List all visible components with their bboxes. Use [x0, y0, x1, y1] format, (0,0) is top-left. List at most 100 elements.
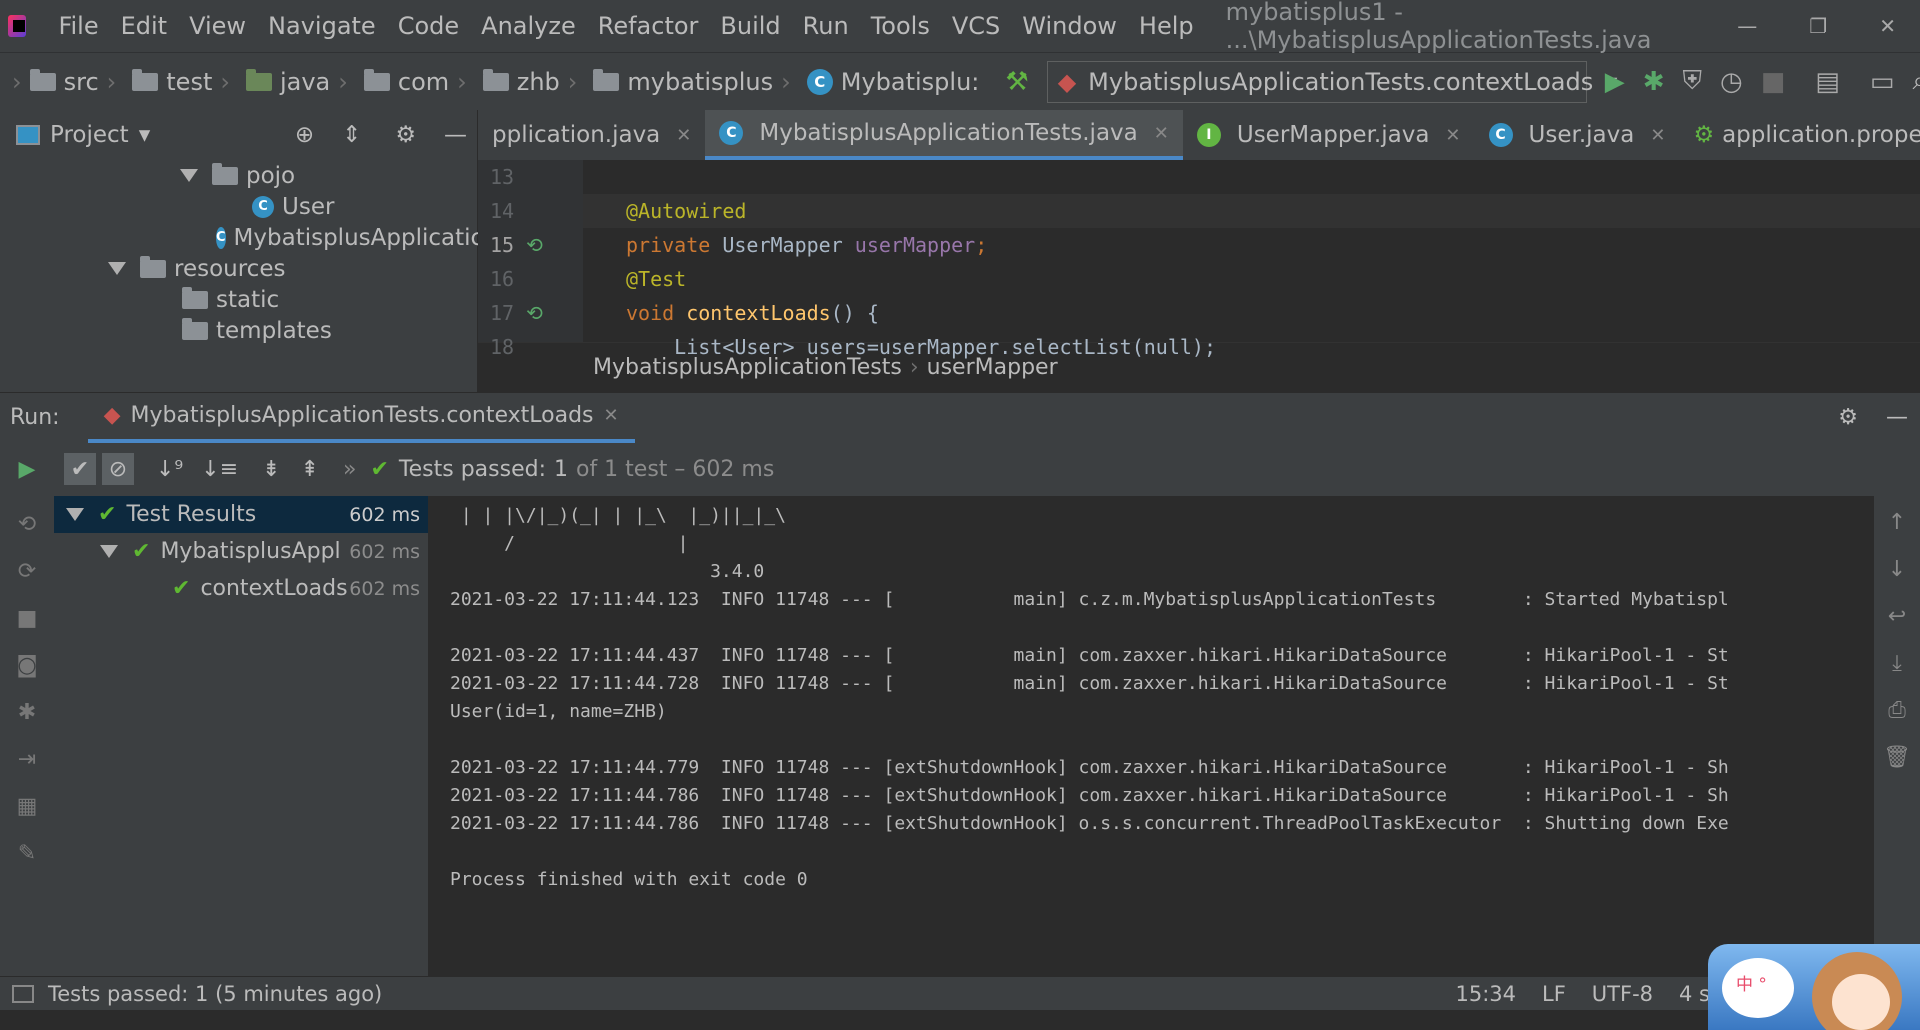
menu-edit[interactable]: Edit — [121, 12, 167, 40]
camera-icon[interactable]: ◙ — [16, 653, 37, 678]
menu-tools[interactable]: Tools — [871, 12, 930, 40]
show-ignored-icon[interactable]: ⊘ — [102, 453, 134, 485]
debug-icon[interactable]: ✱ — [1643, 66, 1665, 98]
autowired-gutter-icon[interactable]: ⟲ — [526, 233, 543, 257]
expand-triangle-icon[interactable] — [66, 508, 84, 521]
coverage-icon[interactable]: ⛨ — [1683, 66, 1703, 98]
run-icon[interactable]: ▶ — [1605, 66, 1625, 98]
build-hammer-icon[interactable]: ⚒ — [1005, 66, 1028, 98]
tab-user[interactable]: C User.java ✕ — [1475, 110, 1680, 160]
menu-refactor[interactable]: Refactor — [598, 12, 699, 40]
breadcrumb-zhb[interactable]: zhb › — [482, 68, 586, 96]
menu-analyze[interactable]: Analyze — [481, 12, 576, 40]
tab-application[interactable]: pplication.java ✕ — [478, 110, 705, 160]
rerun-failed-icon[interactable]: ⟲ — [18, 512, 36, 537]
close-tab-icon[interactable]: ✕ — [604, 405, 619, 426]
layout-icon[interactable]: ▦ — [17, 794, 38, 819]
breadcrumb-class[interactable]: C Mybatisplu: — [806, 68, 979, 96]
tool-windows-icon[interactable] — [12, 984, 34, 1003]
line-separator[interactable]: LF — [1542, 982, 1566, 1006]
breadcrumb-mybatisplus[interactable]: mybatisplus › — [593, 68, 798, 96]
gear-icon[interactable]: ⚙ — [1838, 405, 1858, 430]
search-icon[interactable]: ⌕ — [1912, 66, 1920, 98]
code-area[interactable]: 13 14 15 ⟲ 16 17 ⟲ 18 @Autowired private U… — [478, 160, 1920, 359]
expand-triangle-icon[interactable] — [180, 169, 198, 182]
menu-build[interactable]: Build — [720, 12, 780, 40]
close-tab-icon[interactable]: ✕ — [1154, 123, 1169, 144]
stop-icon[interactable]: ■ — [1761, 66, 1786, 98]
soft-wrap-icon[interactable]: ↩ — [1888, 604, 1906, 629]
more-icon[interactable]: » — [343, 457, 356, 482]
print-icon[interactable]: ⎙ — [1888, 698, 1906, 723]
stop-icon[interactable]: ■ — [17, 606, 38, 631]
menu-file[interactable]: File — [58, 12, 98, 40]
close-icon[interactable]: ✕ — [1879, 14, 1896, 38]
close-tab-icon[interactable]: ✕ — [676, 125, 691, 146]
line-number-current: 15 ⟲ — [478, 228, 583, 262]
close-tab-icon[interactable]: ✕ — [1650, 125, 1665, 146]
toggle-auto-test-icon[interactable]: ⟳ — [18, 559, 36, 584]
menu-navigate[interactable]: Navigate — [268, 12, 376, 40]
tree-item-resources[interactable]: resources — [0, 253, 477, 284]
rerun-icon[interactable]: ▶ — [0, 457, 54, 482]
profile-icon[interactable]: ◷ — [1720, 66, 1743, 98]
chevron-down-icon[interactable]: ▾ — [139, 122, 151, 148]
tree-item-mybatisplus-application[interactable]: C MybatisplusApplicatic — [0, 222, 483, 253]
run-configuration-select[interactable]: ◆ MybatisplusApplicationTests.contextLoa… — [1046, 60, 1617, 103]
ime-mascot-widget[interactable]: 中 ° — [1708, 944, 1920, 1030]
collapse-all-icon[interactable]: ⇞ — [301, 457, 319, 482]
breadcrumb-src[interactable]: src › — [29, 68, 125, 96]
test-results-root[interactable]: ✔ Test Results 602 ms — [54, 496, 428, 533]
collapse-all-icon[interactable]: ⇕ — [342, 122, 361, 148]
console-output[interactable]: | | |\/|_)(_| | |_\ |_)||_|_\ / | 3.4.0 … — [428, 496, 1874, 976]
gear-icon[interactable]: ⚙ — [395, 122, 416, 148]
arrow-down-icon[interactable]: ↓ — [1888, 557, 1906, 582]
breadcrumb-test[interactable]: test › — [132, 68, 238, 96]
sort-alpha-icon[interactable]: ↓⁹ — [156, 457, 183, 482]
file-encoding[interactable]: UTF-8 — [1592, 982, 1653, 1006]
menu-run[interactable]: Run — [803, 12, 849, 40]
hide-icon[interactable]: — — [444, 122, 467, 148]
breadcrumb-java[interactable]: java › — [245, 68, 356, 96]
scroll-to-end-icon[interactable]: ⤓ — [1892, 651, 1902, 676]
sort-duration-icon[interactable]: ↓≡ — [201, 457, 238, 482]
minimize-icon[interactable]: — — [1737, 14, 1757, 38]
run-tab[interactable]: ◆ MybatisplusApplicationTests.contextLoa… — [87, 393, 635, 443]
tree-item-user[interactable]: C User — [0, 191, 477, 222]
menu-vcs[interactable]: VCS — [952, 12, 1000, 40]
terminal-icon[interactable]: ▭ — [1870, 66, 1895, 98]
project-structure-icon[interactable]: ▤ — [1815, 66, 1840, 98]
test-class-node[interactable]: ✔ MybatisplusAppl 602 ms — [54, 533, 428, 570]
menu-help[interactable]: Help — [1139, 12, 1194, 40]
indent-setting[interactable]: 4 s — [1679, 982, 1710, 1006]
caret-position[interactable]: 15:34 — [1455, 982, 1516, 1006]
trash-icon[interactable]: 🗑 — [1883, 745, 1911, 770]
breadcrumb-com[interactable]: com › — [363, 68, 475, 96]
restore-icon[interactable]: ❐ — [1809, 14, 1827, 38]
expand-triangle-icon[interactable] — [108, 262, 126, 275]
status-message[interactable]: Tests passed: 1 (5 minutes ago) — [48, 982, 382, 1006]
expand-all-icon[interactable]: ⇟ — [262, 457, 280, 482]
menu-view[interactable]: View — [189, 12, 246, 40]
close-tab-icon[interactable]: ✕ — [1445, 125, 1460, 146]
show-passed-icon[interactable]: ✔ — [64, 453, 96, 485]
pin-icon[interactable]: ✎ — [18, 841, 36, 866]
arrow-up-icon[interactable]: ↑ — [1888, 510, 1906, 535]
locate-icon[interactable]: ⊕ — [295, 122, 314, 148]
tab-user-mapper[interactable]: I UserMapper.java ✕ — [1183, 110, 1475, 160]
tree-item-templates[interactable]: templates — [0, 315, 477, 346]
tab-application-properties[interactable]: ⚙application.properties✕ — [1679, 110, 1920, 160]
debug-icon[interactable]: ✱ — [18, 700, 36, 725]
tab-mybatisplus-application-tests[interactable]: C MybatisplusApplicationTests.java ✕ — [705, 110, 1183, 160]
tree-item-static[interactable]: static — [0, 284, 477, 315]
test-method-node[interactable]: ✔ contextLoads 602 ms — [54, 570, 428, 607]
hide-icon[interactable]: — — [1886, 405, 1908, 430]
tree-item-pojo[interactable]: pojo — [0, 160, 477, 191]
run-test-gutter-icon[interactable]: ⟲ — [526, 301, 543, 325]
import-tests-icon[interactable]: ⇥ — [18, 747, 36, 772]
expand-triangle-icon[interactable] — [100, 545, 118, 558]
project-view-label[interactable]: Project — [50, 122, 129, 148]
menu-code[interactable]: Code — [398, 12, 459, 40]
menu-window[interactable]: Window — [1022, 12, 1117, 40]
